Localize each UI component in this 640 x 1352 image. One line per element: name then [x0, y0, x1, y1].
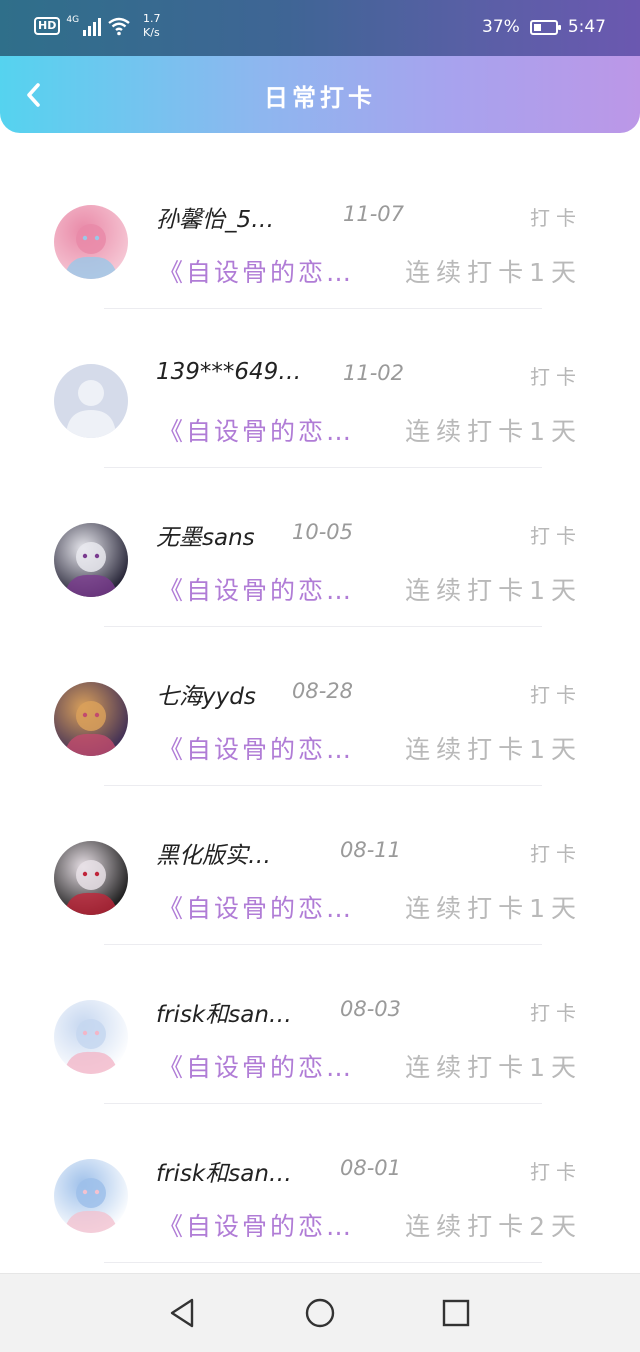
book-title[interactable]: 《自设骨的恋… [158, 730, 358, 766]
checkin-list: 孙馨怡_5… 11-07 打卡 《自设骨的恋… 连续打卡1天 139***649… 11-0… [0, 150, 640, 1263]
user-name[interactable]: 孙馨怡_5… [156, 200, 326, 234]
speed-unit: K/s [143, 26, 160, 39]
book-title[interactable]: 《自设骨的恋… [158, 1207, 358, 1243]
user-name[interactable]: 139***649… [156, 359, 326, 385]
signal-icon [83, 16, 102, 36]
checkin-date: 11-02 [343, 361, 405, 385]
avatar[interactable] [54, 682, 128, 756]
status-right: 37% 5:47 [482, 17, 606, 37]
status-left: HD 4G 1.7 K/s [34, 12, 161, 40]
network-speed: 1.7 K/s [143, 12, 161, 40]
avatar[interactable] [54, 523, 128, 597]
wifi-icon [108, 17, 130, 36]
clock: 5:47 [567, 17, 606, 37]
checkin-streak: 连续打卡1天 [405, 735, 582, 764]
checkin-date: 08-01 [340, 1156, 402, 1180]
avatar[interactable] [54, 1159, 128, 1233]
avatar[interactable] [54, 364, 128, 438]
hd-badge: HD [34, 17, 61, 35]
checkin-date: 08-11 [340, 838, 402, 862]
checkin-date: 08-28 [292, 679, 354, 703]
page-title: 日常打卡 [264, 84, 376, 112]
square-recents-icon [442, 1299, 470, 1327]
status-bar: HD 4G 1.7 K/s 37% 5:47 [0, 0, 640, 56]
checkin-tag: 打卡 [530, 683, 582, 707]
triangle-back-icon [170, 1298, 194, 1328]
book-title[interactable]: 《自设骨的恋… [158, 253, 358, 289]
battery-icon [529, 19, 561, 35]
checkin-tag: 打卡 [530, 842, 582, 866]
checkin-tag: 打卡 [530, 1001, 582, 1025]
checkin-tag: 打卡 [530, 206, 582, 230]
checkin-date: 11-07 [343, 202, 405, 226]
user-name[interactable]: frisk和san… [156, 1154, 326, 1188]
book-title[interactable]: 《自设骨的恋… [158, 571, 358, 607]
list-item[interactable]: frisk和san… 08-03 打卡《自设骨的恋… 连续打卡1天 [0, 945, 640, 1104]
user-name[interactable]: frisk和san… [156, 995, 326, 1029]
battery-percent: 37% [482, 17, 520, 37]
checkin-streak: 连续打卡1天 [405, 894, 582, 923]
nav-back-button[interactable] [166, 1297, 198, 1329]
checkin-streak: 连续打卡1天 [405, 1053, 582, 1082]
avatar[interactable] [54, 1000, 128, 1074]
network-type: 4G [66, 15, 80, 25]
book-title[interactable]: 《自设骨的恋… [158, 889, 358, 925]
list-item[interactable]: 黑化版实… 08-11 打卡《自设骨的恋… 连续打卡1天 [0, 786, 640, 945]
speed-value: 1.7 [143, 12, 161, 25]
list-item[interactable]: frisk和san… 08-01 打卡《自设骨的恋… 连续打卡2天 [0, 1104, 640, 1263]
checkin-streak: 连续打卡1天 [405, 576, 582, 605]
battery-fill [533, 23, 542, 31]
system-nav-bar [0, 1273, 640, 1352]
avatar[interactable] [54, 205, 128, 279]
checkin-date: 10-05 [292, 520, 354, 544]
user-name[interactable]: 黑化版实… [156, 836, 326, 870]
divider [104, 1262, 542, 1263]
nav-recents-button[interactable] [440, 1297, 472, 1329]
circle-home-icon [305, 1298, 335, 1328]
nav-home-button[interactable] [304, 1297, 336, 1329]
checkin-tag: 打卡 [530, 1160, 582, 1184]
book-title[interactable]: 《自设骨的恋… [158, 1048, 358, 1084]
book-title[interactable]: 《自设骨的恋… [158, 412, 358, 448]
checkin-streak: 连续打卡1天 [405, 258, 582, 287]
checkin-streak: 连续打卡2天 [405, 1212, 582, 1241]
avatar[interactable] [54, 841, 128, 915]
list-item[interactable]: 孙馨怡_5… 11-07 打卡《自设骨的恋… 连续打卡1天 [0, 150, 640, 309]
list-item[interactable]: 139***649… 11-02 打卡《自设骨的恋… 连续打卡1天 [0, 309, 640, 468]
checkin-date: 08-03 [340, 997, 402, 1021]
list-item[interactable]: 无墨sans 10-05 打卡 《自设骨的恋… 连续打卡1天 [0, 468, 640, 627]
checkin-tag: 打卡 [530, 365, 582, 389]
app-header: 日常打卡 [0, 56, 640, 133]
checkin-tag: 打卡 [530, 524, 582, 548]
checkin-streak: 连续打卡1天 [405, 417, 582, 446]
list-item[interactable]: 七海yyds 08-28 打卡 《自设骨的恋… 连续打卡1天 [0, 627, 640, 786]
